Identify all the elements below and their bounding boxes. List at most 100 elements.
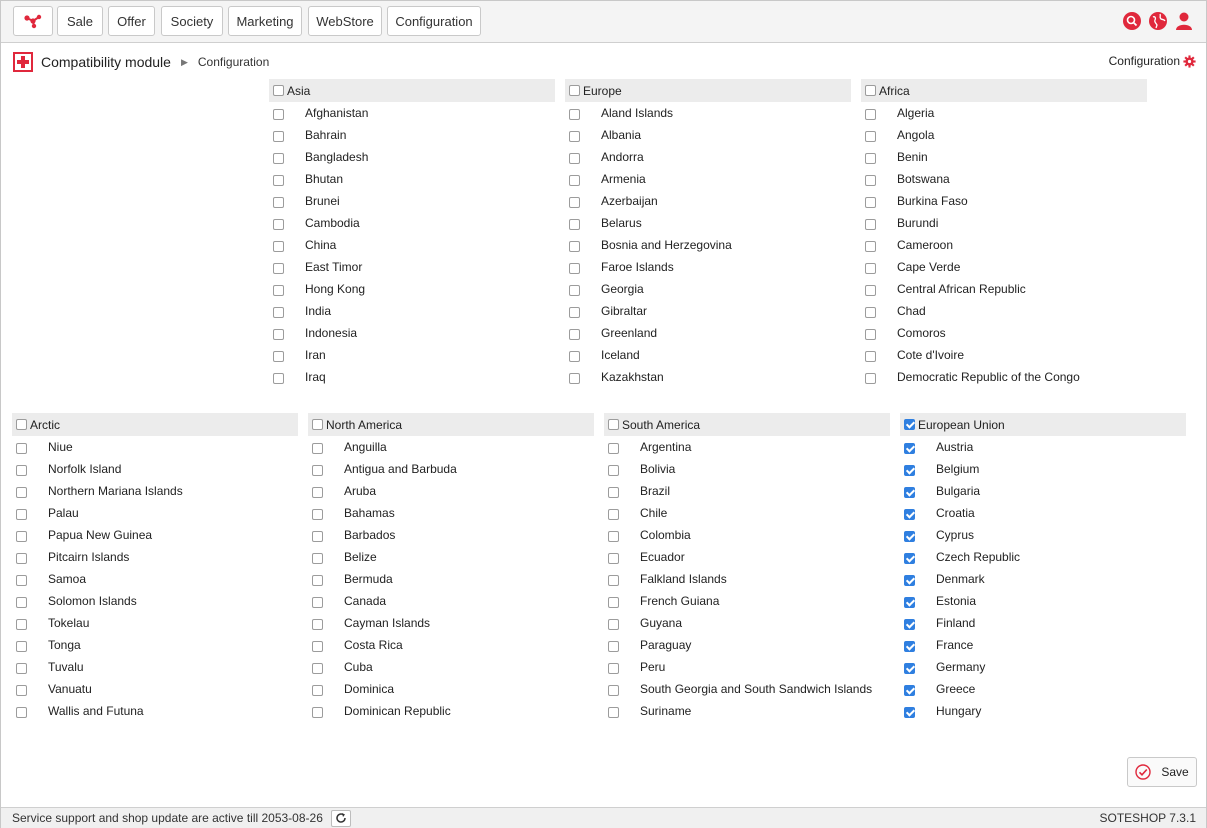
country-item[interactable]: Vanuatu	[12, 678, 298, 700]
nav-marketing[interactable]: Marketing	[228, 6, 302, 36]
country-item[interactable]: Algeria	[861, 102, 1147, 124]
country-item[interactable]: Norfolk Island	[12, 458, 298, 480]
country-item[interactable]: Aland Islands	[565, 102, 851, 124]
country-item[interactable]: Botswana	[861, 168, 1147, 190]
country-checkbox[interactable]	[569, 372, 580, 384]
country-item[interactable]: Cameroon	[861, 234, 1147, 256]
country-item[interactable]: Georgia	[565, 278, 851, 300]
country-item[interactable]: Bhutan	[269, 168, 555, 190]
country-checkbox[interactable]	[273, 130, 284, 142]
country-item[interactable]: Niue	[12, 436, 298, 458]
country-item[interactable]: Bahamas	[308, 502, 594, 524]
country-checkbox[interactable]	[16, 596, 27, 608]
country-checkbox[interactable]	[904, 706, 915, 718]
country-checkbox[interactable]	[865, 372, 876, 384]
country-item[interactable]: Central African Republic	[861, 278, 1147, 300]
region-select-all-checkbox[interactable]	[312, 419, 323, 430]
country-item[interactable]: Belgium	[900, 458, 1186, 480]
country-checkbox[interactable]	[865, 196, 876, 208]
country-item[interactable]: Tonga	[12, 634, 298, 656]
country-item[interactable]: Austria	[900, 436, 1186, 458]
country-checkbox[interactable]	[16, 464, 27, 476]
country-checkbox[interactable]	[569, 108, 580, 120]
country-item[interactable]: Hungary	[900, 700, 1186, 722]
country-checkbox[interactable]	[608, 442, 619, 454]
country-checkbox[interactable]	[608, 464, 619, 476]
country-checkbox[interactable]	[865, 130, 876, 142]
country-checkbox[interactable]	[569, 262, 580, 274]
country-item[interactable]: Northern Mariana Islands	[12, 480, 298, 502]
country-item[interactable]: Argentina	[604, 436, 890, 458]
country-item[interactable]: Comoros	[861, 322, 1147, 344]
country-checkbox[interactable]	[865, 108, 876, 120]
country-item[interactable]: Wallis and Futuna	[12, 700, 298, 722]
country-checkbox[interactable]	[16, 442, 27, 454]
country-item[interactable]: Cote d'Ivoire	[861, 344, 1147, 366]
country-item[interactable]: Aruba	[308, 480, 594, 502]
nav-sale[interactable]: Sale	[57, 6, 103, 36]
country-checkbox[interactable]	[608, 574, 619, 586]
country-item[interactable]: Burkina Faso	[861, 190, 1147, 212]
country-checkbox[interactable]	[904, 618, 915, 630]
country-checkbox[interactable]	[273, 218, 284, 230]
country-checkbox[interactable]	[608, 618, 619, 630]
nav-webstore[interactable]: WebStore	[308, 6, 382, 36]
country-item[interactable]: Iceland	[565, 344, 851, 366]
country-checkbox[interactable]	[569, 174, 580, 186]
country-checkbox[interactable]	[865, 306, 876, 318]
country-item[interactable]: Kazakhstan	[565, 366, 851, 388]
country-checkbox[interactable]	[608, 552, 619, 564]
country-item[interactable]: Democratic Republic of the Congo	[861, 366, 1147, 388]
country-checkbox[interactable]	[865, 262, 876, 274]
country-checkbox[interactable]	[865, 152, 876, 164]
country-checkbox[interactable]	[16, 684, 27, 696]
country-checkbox[interactable]	[569, 130, 580, 142]
region-select-all-checkbox[interactable]	[16, 419, 27, 430]
country-checkbox[interactable]	[16, 640, 27, 652]
country-checkbox[interactable]	[904, 640, 915, 652]
nav-configuration[interactable]: Configuration	[387, 6, 481, 36]
country-checkbox[interactable]	[16, 508, 27, 520]
country-checkbox[interactable]	[16, 618, 27, 630]
user-icon[interactable]	[1174, 11, 1194, 31]
country-item[interactable]: Palau	[12, 502, 298, 524]
country-item[interactable]: Barbados	[308, 524, 594, 546]
country-checkbox[interactable]	[904, 552, 915, 564]
country-checkbox[interactable]	[16, 530, 27, 542]
country-item[interactable]: Bolivia	[604, 458, 890, 480]
module-title[interactable]: Compatibility module	[41, 54, 171, 70]
country-item[interactable]: Bermuda	[308, 568, 594, 590]
country-item[interactable]: Antigua and Barbuda	[308, 458, 594, 480]
country-checkbox[interactable]	[312, 486, 323, 498]
country-checkbox[interactable]	[569, 328, 580, 340]
country-checkbox[interactable]	[608, 596, 619, 608]
country-item[interactable]: Bulgaria	[900, 480, 1186, 502]
search-icon[interactable]	[1122, 11, 1142, 31]
country-item[interactable]: Albania	[565, 124, 851, 146]
country-checkbox[interactable]	[16, 486, 27, 498]
country-checkbox[interactable]	[312, 552, 323, 564]
country-checkbox[interactable]	[312, 442, 323, 454]
country-checkbox[interactable]	[273, 328, 284, 340]
country-item[interactable]: Chad	[861, 300, 1147, 322]
country-item[interactable]: Canada	[308, 590, 594, 612]
country-item[interactable]: Iran	[269, 344, 555, 366]
country-item[interactable]: Anguilla	[308, 436, 594, 458]
country-checkbox[interactable]	[865, 284, 876, 296]
country-item[interactable]: Burundi	[861, 212, 1147, 234]
country-item[interactable]: French Guiana	[604, 590, 890, 612]
country-checkbox[interactable]	[608, 530, 619, 542]
country-item[interactable]: Greece	[900, 678, 1186, 700]
country-checkbox[interactable]	[569, 350, 580, 362]
country-item[interactable]: Tuvalu	[12, 656, 298, 678]
country-item[interactable]: Cambodia	[269, 212, 555, 234]
country-checkbox[interactable]	[608, 684, 619, 696]
country-item[interactable]: Pitcairn Islands	[12, 546, 298, 568]
configuration-link[interactable]: Configuration	[1109, 54, 1196, 68]
country-item[interactable]: Bosnia and Herzegovina	[565, 234, 851, 256]
country-checkbox[interactable]	[569, 152, 580, 164]
country-checkbox[interactable]	[273, 262, 284, 274]
country-checkbox[interactable]	[904, 530, 915, 542]
country-item[interactable]: Cuba	[308, 656, 594, 678]
country-item[interactable]: East Timor	[269, 256, 555, 278]
